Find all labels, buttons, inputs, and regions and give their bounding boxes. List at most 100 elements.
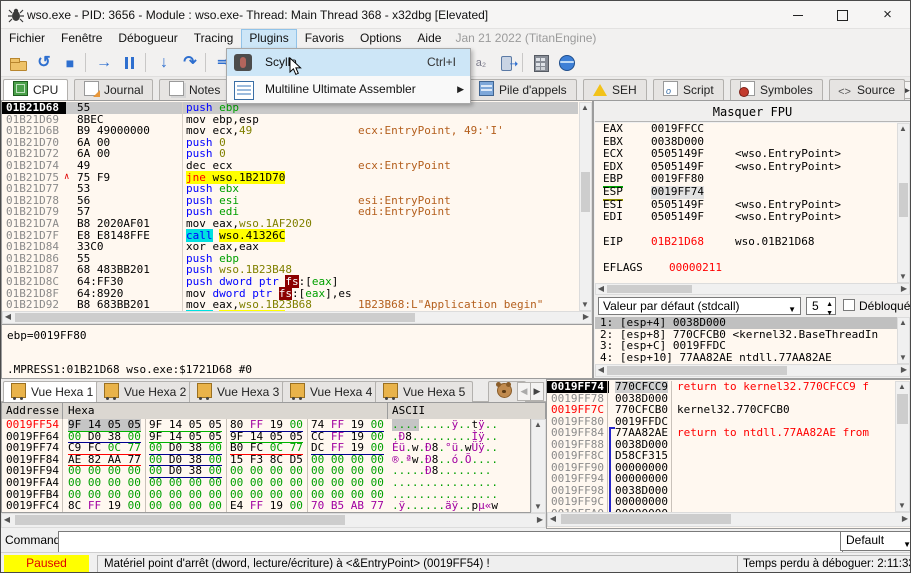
register-row[interactable]: EFLAGS00000211	[595, 262, 897, 275]
plugins-menu: ScyllaCtrl+IMultiline Ultimate Assembler…	[226, 48, 471, 104]
step-over-icon[interactable]	[179, 52, 201, 74]
stack-row[interactable]: 0019FF8477AA82AEreturn to ntdll.77AA82AE…	[547, 427, 895, 439]
stack-arg-row[interactable]: 1: [esp+4] 0038D000	[595, 317, 897, 329]
run-icon[interactable]	[93, 52, 115, 74]
hexdump-tab-bar: ◀ ▶ Vue Hexa 1Vue Hexa 2Vue Hexa 3Vue He…	[1, 379, 546, 402]
register-row[interactable]: EDI0505149F<wso.EntryPoint>	[595, 211, 897, 224]
globe-icon[interactable]	[556, 52, 578, 74]
menu-fichier[interactable]: Fichier	[1, 29, 53, 49]
disasm-row[interactable]: 01B21D8C64:FF30push dword ptr fs:[eax]	[2, 276, 578, 288]
toolbar-separator	[205, 53, 206, 72]
toolbar-separator	[145, 53, 146, 72]
register-row[interactable]: ESP0019FF74	[595, 186, 897, 199]
menu-options[interactable]: Options	[352, 29, 409, 49]
tab-notes[interactable]: Notes	[159, 79, 230, 101]
tab-symboles[interactable]: Symboles	[730, 79, 823, 101]
stack-row[interactable]: 0019FF8CD58CF315	[547, 450, 895, 462]
col-ascii: ASCII	[392, 403, 425, 419]
dump-truck-icon	[104, 383, 119, 398]
disasm-row[interactable]: 01B21D7449dec ecxecx:EntryPoint	[2, 160, 578, 172]
disasm-row[interactable]: 01B21D7753push ebx	[2, 183, 578, 195]
menu-débogueur[interactable]: Débogueur	[110, 29, 185, 49]
hide-fpu-button[interactable]: Masquer FPU	[595, 102, 910, 122]
disasm-row[interactable]: 01B21D8433C0xor eax,eax	[2, 241, 578, 253]
tab-vue-hexa-3[interactable]: Vue Hexa 3	[189, 381, 287, 403]
disasm-vscrollbar[interactable]: ▲▼	[579, 102, 592, 311]
tab-pile-d-appels[interactable]: Pile d'appels	[469, 79, 577, 101]
stack-row[interactable]: 0019FF9400000000	[547, 473, 895, 485]
az-icon[interactable]	[470, 52, 492, 74]
menu-tracing[interactable]: Tracing	[186, 29, 242, 49]
stack-hscrollbar[interactable]: ◀▶	[547, 512, 911, 527]
stack-args-list: 1: [esp+4] 0038D0002: [esp+8] 770CFCB0 <…	[595, 317, 897, 364]
toolbar-separator	[522, 53, 523, 72]
stack-row[interactable]: 0019FF9C00000000	[547, 496, 895, 508]
callstack-icon	[479, 81, 494, 96]
menu-favoris[interactable]: Favoris	[297, 29, 352, 49]
register-row[interactable]: EIP01B21D68wso.01B21D68	[595, 236, 897, 249]
register-row[interactable]: EDX0505149F<wso.EntryPoint>	[595, 161, 897, 174]
hexdump-row[interactable]: 0019FFC48C FF 19 0000 00 00 00E4 FF 19 0…	[2, 500, 530, 512]
menu-aide[interactable]: Aide	[409, 29, 449, 49]
dump-truck-icon	[290, 383, 305, 398]
disassembly-rows: 01B21D6855push ebp01B21D698BECmov ebp,es…	[2, 102, 578, 311]
tab-script[interactable]: Script	[653, 79, 724, 101]
calculator-icon[interactable]	[530, 52, 552, 74]
tab-vue-hexa-5[interactable]: Vue Hexa 5	[375, 381, 473, 403]
unlocked-checkbox[interactable]	[843, 299, 855, 311]
info-box: ebp=0019FF80 .MPRESS1:01B21D68 wso.exe:$…	[2, 324, 592, 378]
hexdump-vscrollbar[interactable]: ▲▼	[531, 419, 546, 513]
registers-hscrollbar[interactable]: ◀▶	[595, 283, 910, 295]
disasm-hscrollbar[interactable]: ◀▶	[2, 311, 592, 324]
tab-vue-hexa-2[interactable]: Vue Hexa 2	[96, 381, 194, 403]
args-hscrollbar[interactable]: ◀▶	[595, 364, 910, 377]
command-bar: Commande: Default ▼	[1, 529, 910, 552]
device-export-icon[interactable]	[496, 52, 518, 74]
registers-pane: Masquer FPU EAX0019FFCCEBX0038D000ECX050…	[593, 100, 911, 379]
hexdump-hscrollbar[interactable]: ◀▶	[1, 513, 546, 528]
stack-row[interactable]: 0019FF7C770CFCB0kernel32.770CFCB0	[547, 404, 895, 416]
calling-convention-select[interactable]: Valeur par défaut (stdcall) ▼	[598, 297, 801, 315]
dog-icon	[497, 383, 512, 398]
open-file-icon[interactable]	[7, 52, 29, 74]
menu-item-multiline-ultimate-assembler[interactable]: Multiline Ultimate Assembler▶	[227, 76, 470, 103]
args-count-value: 5	[812, 299, 819, 313]
close-button[interactable]: ×	[865, 1, 910, 29]
command-profile-select[interactable]: Default ▼	[840, 531, 911, 551]
disasm-row[interactable]: 01B21D92B8 683BB201mov eax,wso.1B23B681B…	[2, 299, 578, 311]
hexa-tabs-scroll-right-icon[interactable]: ▶	[530, 382, 544, 401]
tab-vue-hexa-4[interactable]: Vue Hexa 4	[282, 381, 380, 403]
tab-cpu[interactable]: CPU	[3, 79, 68, 102]
bug-icon	[8, 7, 24, 23]
menu-plugins[interactable]: Plugins	[241, 29, 296, 49]
window-title: wso.exe - PID: 3656 - Module : wso.exe- …	[27, 8, 488, 22]
register-row[interactable]: EAX0019FFCC	[595, 123, 897, 136]
tab-source[interactable]: Source	[829, 79, 905, 101]
tab-vue-hexa-1[interactable]: Vue Hexa 1	[3, 381, 101, 404]
hexa-tabs-scroll-left-icon[interactable]: ◀	[517, 382, 531, 401]
register-row[interactable]: ECX0505149F<wso.EntryPoint>	[595, 148, 897, 161]
scylla-icon	[234, 54, 252, 71]
restart-icon[interactable]	[33, 52, 55, 74]
register-row[interactable]: EBP0019FF80	[595, 173, 897, 186]
tab-seh[interactable]: SEH	[583, 79, 647, 101]
stack-vscrollbar[interactable]: ▲▼	[895, 381, 910, 512]
tab-journal[interactable]: Journal	[74, 79, 153, 101]
menu-fenêtre[interactable]: Fenêtre	[53, 29, 110, 49]
debug-time: Temps perdu à déboguer: 2:11:33:48	[737, 555, 911, 573]
menu-item-scylla[interactable]: ScyllaCtrl+I	[227, 49, 470, 76]
engine-date-label: Jan 21 2022 (TitanEngine)	[449, 29, 602, 47]
args-count-stepper[interactable]: 5 ▲ ▼	[806, 297, 836, 315]
step-into-icon[interactable]	[153, 52, 175, 74]
command-input[interactable]	[58, 531, 843, 553]
maximize-button[interactable]	[820, 1, 865, 29]
minimize-button[interactable]	[775, 1, 820, 29]
args-vscrollbar[interactable]: ▲▼	[897, 317, 910, 364]
disasm-row[interactable]: 01B21D7AB8 2020AF01mov eax,wso.1AF2020	[2, 218, 578, 230]
stack-pane: 0019FF74770CFCC9return to kernel32.770CF…	[546, 379, 911, 529]
stack-row[interactable]: 0019FF74770CFCC9return to kernel32.770CF…	[547, 381, 895, 393]
calling-convention-value: Valeur par défaut (stdcall)	[603, 299, 740, 313]
stop-icon[interactable]	[59, 52, 81, 74]
pause-icon[interactable]	[119, 52, 141, 74]
registers-vscrollbar[interactable]: ▲▼	[897, 123, 910, 283]
